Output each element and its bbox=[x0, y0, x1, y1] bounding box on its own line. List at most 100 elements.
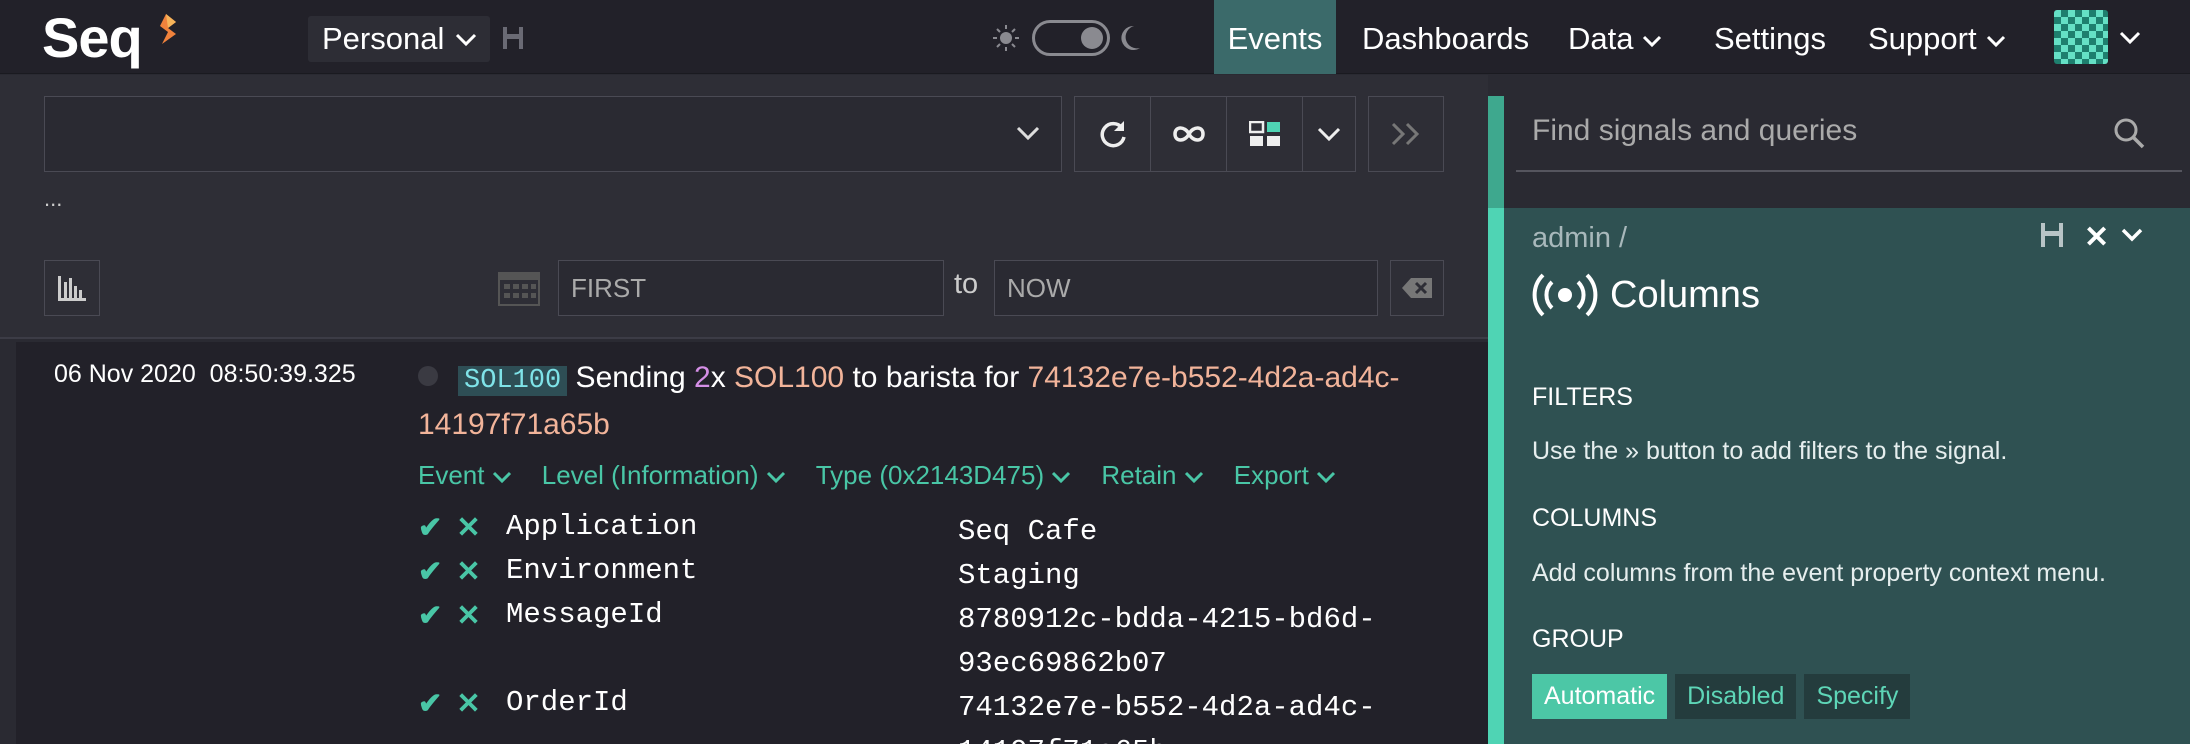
refresh-button[interactable] bbox=[1075, 97, 1151, 171]
search-icon[interactable] bbox=[2112, 116, 2146, 150]
filters-heading: FILTERS bbox=[1532, 383, 1633, 411]
seq-logo[interactable]: Seq bbox=[42, 6, 143, 70]
close-icon[interactable]: ✕ bbox=[2084, 220, 2109, 255]
group-disabled-button[interactable]: Disabled bbox=[1675, 674, 1797, 719]
property-row: ✔ ✕ Application Seq Cafe bbox=[418, 510, 1097, 548]
save-icon[interactable] bbox=[2040, 222, 2064, 248]
event-action-retain[interactable]: Retain bbox=[1101, 460, 1203, 491]
calendar-icon[interactable] bbox=[498, 270, 540, 306]
double-chevron-right-icon bbox=[1391, 122, 1420, 146]
property-name: Application bbox=[506, 510, 698, 543]
layout-button[interactable] bbox=[1227, 97, 1303, 171]
chevron-down-icon[interactable] bbox=[2120, 226, 2144, 244]
layout-dropdown[interactable] bbox=[1303, 97, 1355, 171]
action-label: Level (Information) bbox=[541, 460, 759, 490]
event-actions: Event Level (Information) Type (0x2143D4… bbox=[418, 460, 1336, 491]
property-row: ✔ ✕ Environment Staging bbox=[418, 554, 1080, 592]
event-type-token: SOL100 bbox=[458, 366, 568, 396]
property-name: Environment bbox=[506, 554, 698, 587]
layout-icon bbox=[1248, 121, 1280, 146]
event-timestamp[interactable]: 06 Nov 2020 08:50:39.325 bbox=[54, 360, 356, 389]
property-row: ✔ ✕ OrderId 74132e7e-b552-4d2a-ad4c-14197… bbox=[418, 686, 1376, 744]
event-action-export[interactable]: Export bbox=[1234, 460, 1336, 491]
chevron-down-icon bbox=[1643, 35, 1662, 47]
from-date-input[interactable]: FIRST bbox=[558, 260, 944, 316]
chevron-down-icon bbox=[766, 471, 785, 484]
exclude-icon[interactable]: ✕ bbox=[456, 601, 480, 634]
chevron-down-icon[interactable] bbox=[1015, 123, 1041, 143]
nav-events[interactable]: Events bbox=[1214, 0, 1336, 74]
action-label: Export bbox=[1233, 460, 1309, 490]
message-text: to barista for bbox=[844, 361, 1028, 394]
clear-range-button[interactable] bbox=[1390, 260, 1444, 316]
chevron-down-icon bbox=[1052, 471, 1071, 484]
theme-toggle[interactable] bbox=[1032, 20, 1110, 56]
sidebar-accent bbox=[1488, 208, 1504, 744]
property-name: OrderId bbox=[506, 686, 628, 719]
nav-support-label: Support bbox=[1868, 21, 1977, 56]
event-action-event[interactable]: Event bbox=[418, 460, 512, 491]
event-action-type[interactable]: Type (0x2143D475) bbox=[816, 460, 1072, 491]
check-icon[interactable]: ✔ bbox=[418, 601, 442, 634]
chevron-down-icon bbox=[1317, 471, 1336, 484]
workspace-selector[interactable]: Personal bbox=[308, 16, 490, 62]
save-icon[interactable] bbox=[502, 26, 524, 50]
sidebar-accent bbox=[1488, 96, 1504, 208]
moon-icon bbox=[1121, 25, 1140, 50]
refresh-icon bbox=[1100, 121, 1126, 148]
event-action-level[interactable]: Level (Information) bbox=[542, 460, 786, 491]
expand-signals-button[interactable] bbox=[1368, 96, 1444, 172]
nav-settings[interactable]: Settings bbox=[1714, 0, 1826, 74]
nav-dashboards[interactable]: Dashboards bbox=[1362, 0, 1529, 74]
signal-search-input[interactable]: Find signals and queries bbox=[1516, 96, 2182, 172]
group-automatic-button[interactable]: Automatic bbox=[1532, 674, 1668, 719]
action-label: Type (0x2143D475) bbox=[815, 460, 1045, 490]
sun-icon bbox=[993, 25, 1019, 51]
to-date-input[interactable]: NOW bbox=[994, 260, 1378, 316]
chevron-down-icon bbox=[492, 471, 511, 484]
event-message[interactable]: SOL100 Sending 2x SOL100 to barista for … bbox=[418, 356, 1430, 447]
query-toolbar bbox=[1074, 96, 1356, 172]
exclude-icon[interactable]: ✕ bbox=[456, 689, 480, 722]
message-text: x bbox=[710, 361, 735, 394]
logo-mark-icon bbox=[160, 14, 176, 44]
broadcast-icon bbox=[1532, 273, 1598, 317]
nav-data[interactable]: Data bbox=[1568, 0, 1663, 74]
group-heading: GROUP bbox=[1532, 625, 1624, 653]
chevron-down-icon bbox=[1317, 127, 1341, 142]
message-text: Sending bbox=[567, 361, 694, 394]
check-icon[interactable]: ✔ bbox=[418, 557, 442, 590]
chevron-down-icon bbox=[1986, 35, 2005, 47]
tail-button[interactable] bbox=[1151, 97, 1227, 171]
nav-support[interactable]: Support bbox=[1868, 0, 2007, 74]
group-specify-button[interactable]: Specify bbox=[1804, 674, 1911, 719]
property-value: Seq Cafe bbox=[958, 515, 1098, 548]
histogram-icon bbox=[58, 276, 86, 301]
property-row: ✔ ✕ MessageId 8780912c-bdda-4215-bd6d-93e… bbox=[418, 598, 1376, 680]
action-label: Event bbox=[418, 460, 485, 490]
signal-title: Columns bbox=[1532, 272, 1760, 318]
clear-icon bbox=[1402, 278, 1432, 298]
property-name: MessageId bbox=[506, 598, 663, 631]
query-input[interactable] bbox=[44, 96, 1062, 172]
chevron-down-icon[interactable] bbox=[2118, 28, 2142, 46]
avatar[interactable] bbox=[2054, 10, 2108, 64]
message-product: SOL100 bbox=[734, 361, 845, 394]
check-icon[interactable]: ✔ bbox=[418, 513, 442, 546]
check-icon[interactable]: ✔ bbox=[418, 689, 442, 722]
signal-title-text: Columns bbox=[1610, 273, 1760, 316]
workspace-label: Personal bbox=[322, 21, 445, 56]
to-label: to bbox=[954, 268, 979, 300]
chevron-down-icon bbox=[455, 33, 477, 47]
link-icon bbox=[1172, 126, 1205, 142]
exclude-icon[interactable]: ✕ bbox=[456, 513, 480, 546]
columns-heading: COLUMNS bbox=[1532, 504, 1658, 532]
histogram-button[interactable] bbox=[44, 260, 100, 316]
columns-help: Add columns from the event property cont… bbox=[1532, 559, 2106, 587]
exclude-icon[interactable]: ✕ bbox=[456, 557, 480, 590]
signal-owner: admin / bbox=[1532, 222, 1628, 254]
message-count: 2 bbox=[694, 361, 711, 394]
query-ellipsis: ... bbox=[44, 186, 63, 211]
chevron-down-icon bbox=[1184, 471, 1203, 484]
action-label: Retain bbox=[1101, 460, 1177, 490]
